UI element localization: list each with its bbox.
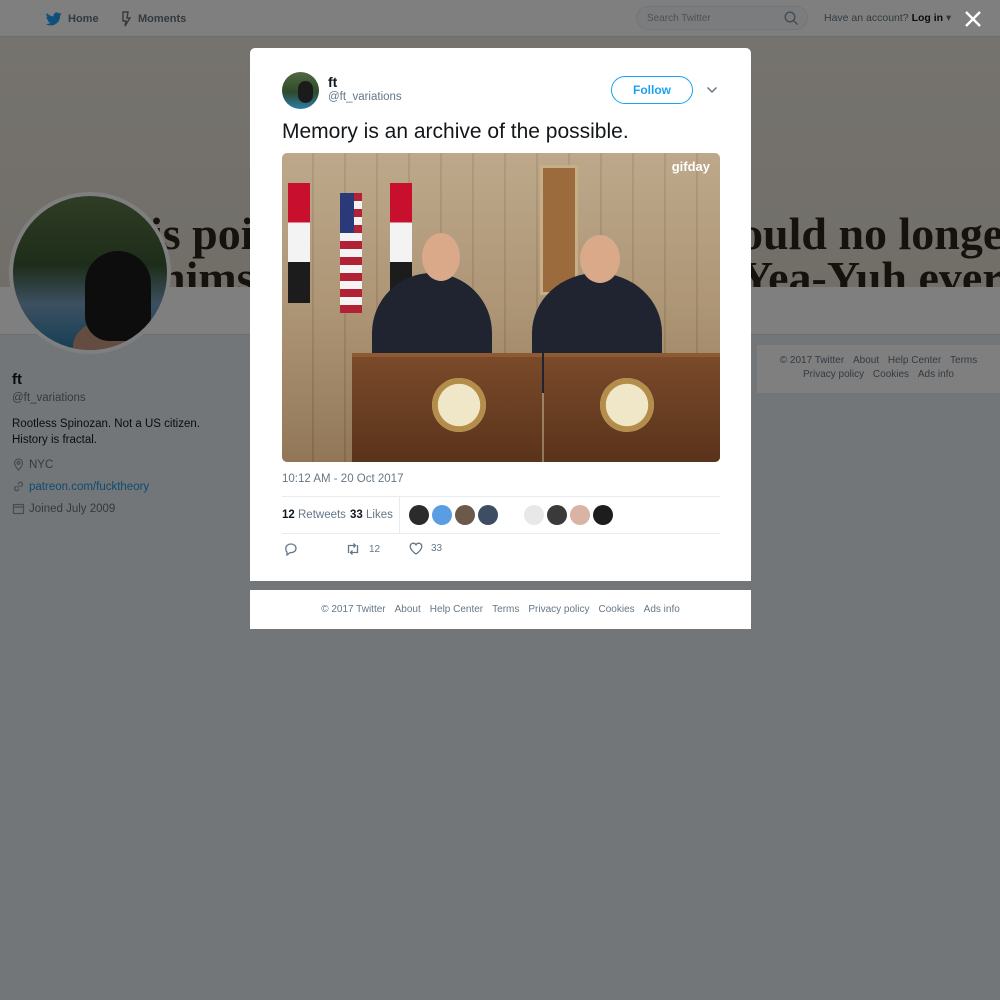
media-watermark: gifday xyxy=(671,159,710,174)
tweet-author-avatar[interactable] xyxy=(282,72,319,109)
retweet-action-count: 12 xyxy=(369,543,381,555)
liker-avatar[interactable] xyxy=(409,505,429,525)
likes-count: 33 xyxy=(350,509,363,521)
chevron-down-icon[interactable] xyxy=(706,85,718,95)
close-icon[interactable] xyxy=(962,8,984,30)
tweet-stats: 12 Retweets 33 Likes xyxy=(282,496,720,534)
media-door xyxy=(540,165,578,295)
media-flag xyxy=(288,183,310,303)
avatar-head xyxy=(298,81,313,103)
media-face xyxy=(580,235,620,283)
liker-avatar[interactable] xyxy=(501,505,521,525)
retweets-count: 12 xyxy=(282,509,295,521)
footer-about-link[interactable]: About xyxy=(395,604,421,615)
media-seal xyxy=(432,378,486,432)
reply-action[interactable] xyxy=(284,542,306,556)
retweets-stat[interactable]: 12 Retweets xyxy=(282,509,346,521)
footer-help-link[interactable]: Help Center xyxy=(430,604,483,615)
media-seal xyxy=(600,378,654,432)
tweet-author-handle[interactable]: @ft_variations xyxy=(328,91,402,103)
liker-avatar[interactable] xyxy=(524,505,544,525)
stats-divider xyxy=(399,497,400,534)
tweet-text: Memory is an archive of the possible. xyxy=(282,120,629,143)
tweet-actions: 12 33 xyxy=(282,542,720,560)
like-action-count: 33 xyxy=(431,543,443,554)
liker-avatar[interactable] xyxy=(432,505,452,525)
likes-label: Likes xyxy=(366,509,393,521)
follow-button[interactable]: Follow xyxy=(611,76,693,104)
liker-avatar[interactable] xyxy=(478,505,498,525)
retweets-label: Retweets xyxy=(298,509,346,521)
likes-stat[interactable]: 33 Likes xyxy=(350,509,393,521)
footer-ads-link[interactable]: Ads info xyxy=(644,604,680,615)
media-flag xyxy=(340,193,362,313)
liker-avatar[interactable] xyxy=(593,505,613,525)
media-face xyxy=(422,233,460,281)
retweet-action[interactable]: 12 xyxy=(345,542,380,556)
like-action[interactable]: 33 xyxy=(409,542,442,555)
footer-cookies-link[interactable]: Cookies xyxy=(599,604,635,615)
tweet-modal: ft @ft_variations Follow Memory is an ar… xyxy=(250,48,751,581)
liker-avatar[interactable] xyxy=(547,505,567,525)
tweet-timestamp[interactable]: 10:12 AM - 20 Oct 2017 xyxy=(282,473,403,485)
likers-avatars xyxy=(409,505,616,525)
footer-copyright: © 2017 Twitter xyxy=(321,604,386,615)
tweet-media-gif[interactable]: gifday xyxy=(282,153,720,462)
modal-footer: © 2017 Twitter About Help Center Terms P… xyxy=(250,590,751,629)
footer-privacy-link[interactable]: Privacy policy xyxy=(528,604,589,615)
retweet-icon xyxy=(347,543,359,555)
tweet-author-name[interactable]: ft xyxy=(328,74,337,90)
liker-avatar[interactable] xyxy=(455,505,475,525)
liker-avatar[interactable] xyxy=(570,505,590,525)
heart-icon xyxy=(409,542,423,555)
reply-icon xyxy=(285,543,297,556)
footer-terms-link[interactable]: Terms xyxy=(492,604,519,615)
